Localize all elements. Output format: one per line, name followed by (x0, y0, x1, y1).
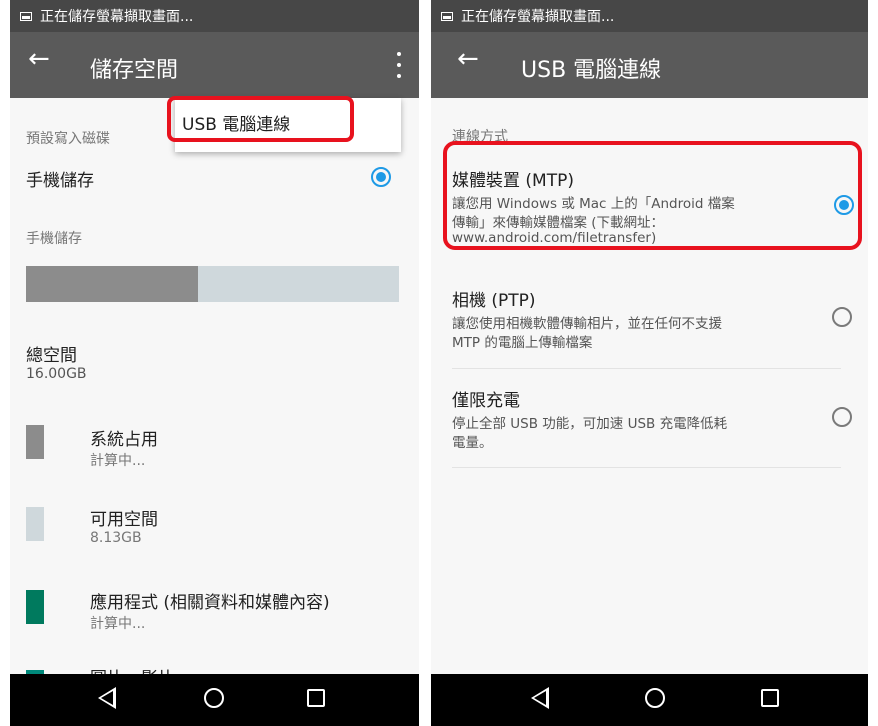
page-title: 儲存空間 (90, 58, 179, 83)
default-write-option[interactable]: 手機儲存 (26, 166, 94, 191)
category-swatch (26, 590, 44, 624)
status-text: 正在儲存螢幕擷取畫面... (461, 9, 615, 25)
status-bar: 正在儲存螢幕擷取畫面... (10, 0, 419, 32)
default-write-radio[interactable] (371, 167, 391, 187)
option-desc-line: 電量。 (452, 435, 493, 451)
page-title: USB 電腦連線 (521, 58, 662, 83)
option-title-ptp[interactable]: 相機 (PTP) (452, 286, 536, 311)
menu-item-usb-connection[interactable]: USB 電腦連線 (182, 110, 290, 135)
nav-home-icon[interactable] (204, 688, 224, 708)
usage-bar-free (197, 266, 399, 302)
category-name[interactable]: 系統占用 (90, 425, 158, 450)
category-swatch (26, 507, 44, 541)
navigation-bar (431, 674, 868, 726)
usb-connection-screen: 正在儲存螢幕擷取畫面... ← USB 電腦連線 連線方式 媒體裝置 (MTP)… (431, 0, 868, 726)
category-value: 計算中... (90, 616, 146, 632)
storage-screen: 正在儲存螢幕擷取畫面... ← 儲存空間 預設寫入磁碟 手機儲存 USB 電腦連… (10, 0, 419, 726)
nav-recent-icon[interactable] (307, 689, 325, 707)
default-write-label: 預設寫入磁碟 (26, 131, 110, 147)
usage-bar-used (26, 266, 198, 302)
category-swatch (26, 425, 44, 459)
radio-charge-only[interactable] (832, 407, 852, 427)
option-desc-line: 讓您使用相機軟體傳輸相片，並在任何不支援 (452, 316, 722, 332)
section-label: 手機儲存 (26, 231, 82, 247)
app-bar: ← USB 電腦連線 (431, 32, 868, 98)
app-bar: ← 儲存空間 (10, 32, 419, 98)
highlight-box (443, 141, 862, 250)
option-title-charge-only[interactable]: 僅限充電 (452, 386, 520, 411)
radio-ptp[interactable] (832, 307, 852, 327)
screenshot-icon (20, 11, 32, 21)
more-vert-icon[interactable] (389, 48, 409, 82)
screenshot-icon (441, 11, 453, 21)
nav-back-icon[interactable] (531, 687, 549, 709)
category-value: 計算中... (90, 453, 146, 469)
status-bar: 正在儲存螢幕擷取畫面... (431, 0, 868, 32)
nav-home-icon[interactable] (645, 688, 665, 708)
total-label: 總空間 (26, 346, 77, 366)
category-name[interactable]: 應用程式 (相關資料和媒體內容) (90, 588, 330, 613)
status-text: 正在儲存螢幕擷取畫面... (40, 9, 194, 25)
arrow-left-icon[interactable]: ← (457, 44, 479, 74)
usage-bar (26, 266, 399, 302)
category-value: 8.13GB (90, 530, 142, 546)
nav-back-icon[interactable] (98, 687, 116, 709)
option-desc-line: 停止全部 USB 功能，可加速 USB 充電降低耗 (452, 416, 728, 432)
arrow-left-icon[interactable]: ← (28, 44, 50, 74)
divider (452, 368, 841, 369)
option-desc-line: MTP 的電腦上傳輸檔案 (452, 335, 593, 351)
total-value: 16.00GB (26, 366, 87, 382)
nav-recent-icon[interactable] (761, 689, 779, 707)
divider (452, 467, 841, 468)
category-name[interactable]: 可用空間 (90, 505, 158, 530)
navigation-bar (10, 674, 419, 726)
